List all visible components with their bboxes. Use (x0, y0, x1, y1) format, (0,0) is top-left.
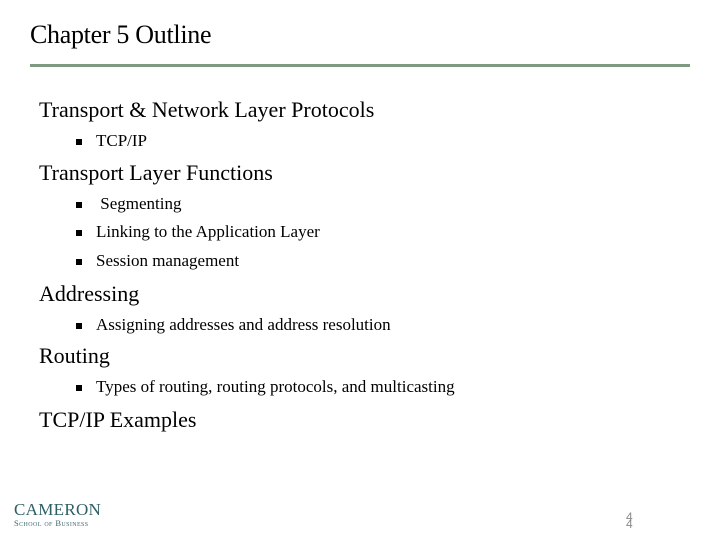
page-number: 4 4 (626, 511, 633, 531)
outline-item: Routing (39, 343, 110, 368)
outline-list: Transport & Network Layer Protocols TCP/… (0, 0, 720, 540)
slide: Chapter 5 Outline Transport & Network La… (0, 0, 720, 540)
square-bullet-icon (76, 229, 82, 236)
outline-subitem: Segmenting (76, 194, 181, 214)
outline-subitem-label: Linking to the Application Layer (96, 222, 320, 241)
outline-subitem-label: Session management (96, 251, 240, 270)
outline-item: Transport Layer Functions (39, 160, 273, 185)
outline-item: TCP/IP Examples (39, 407, 197, 432)
outline-subitem-label: Assigning addresses and address resoluti… (96, 315, 391, 334)
square-bullet-icon (76, 201, 82, 208)
square-bullet-icon (76, 322, 82, 329)
square-bullet-icon (76, 138, 82, 145)
outline-subitem: Types of routing, routing protocols, and… (76, 377, 455, 397)
square-bullet-icon (76, 258, 82, 265)
cameron-school-logo: CAMERON School of Business (14, 500, 102, 528)
outline-item: Addressing (39, 281, 140, 306)
outline-subitem-label: Types of routing, routing protocols, and… (96, 377, 455, 396)
logo-subtitle: School of Business (14, 518, 89, 528)
logo-name: CAMERON (14, 500, 102, 519)
outline-subitem: TCP/IP (76, 131, 147, 151)
outline-subitem-label: Segmenting (96, 194, 182, 213)
outline-subitem: Session management (76, 251, 239, 271)
square-bullet-icon (76, 384, 82, 391)
page-number-label-duplicate: 4 (626, 517, 633, 531)
outline-subitem: Linking to the Application Layer (76, 222, 320, 242)
outline-item: Transport & Network Layer Protocols (39, 97, 375, 122)
outline-subitem: Assigning addresses and address resoluti… (76, 315, 391, 335)
outline-subitem-label: TCP/IP (96, 131, 148, 150)
